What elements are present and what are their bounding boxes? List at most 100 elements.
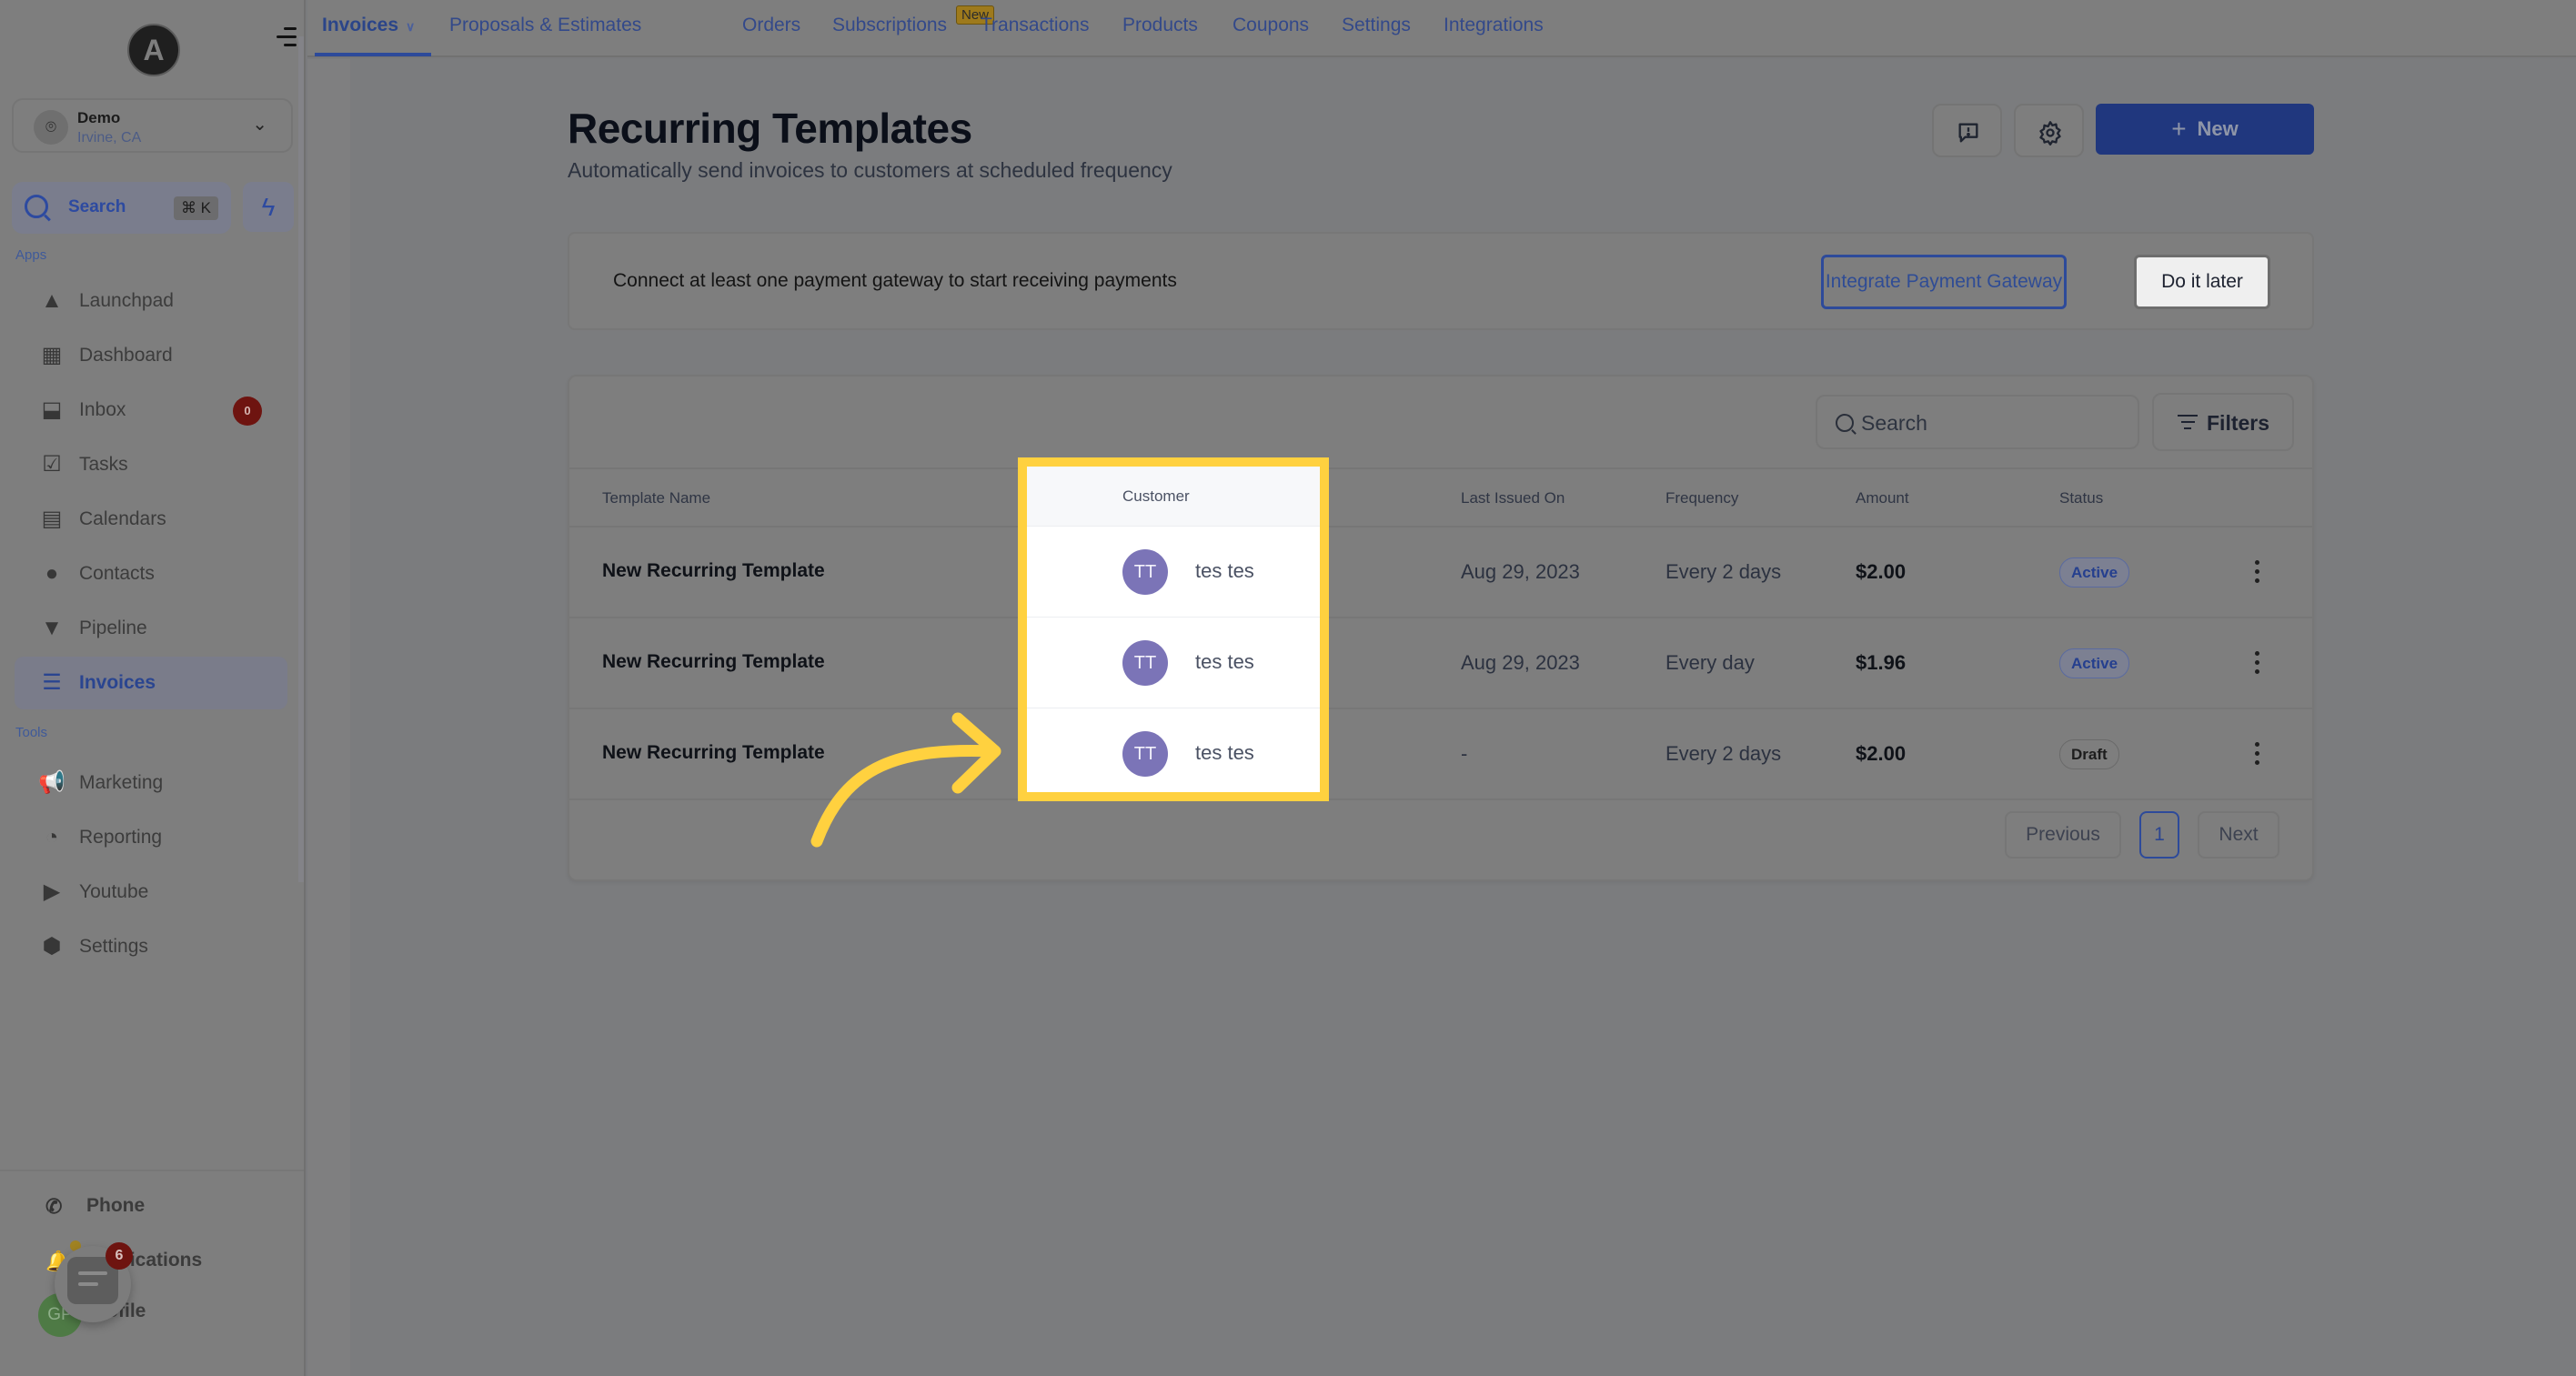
recurring-templates-table: Search Filters Template Name Customer La…	[568, 375, 2314, 881]
tab-proposals-estimates[interactable]: Proposals & Estimates	[449, 15, 641, 36]
sidebar-item-calendars[interactable]: ▤ Calendars	[15, 493, 287, 546]
sidebar-item-dashboard[interactable]: ▦ Dashboard	[15, 329, 287, 382]
frequency: Every day	[1665, 651, 1755, 674]
status-badge: Draft	[2059, 739, 2119, 769]
tab-coupons[interactable]: Coupons	[1233, 15, 1309, 36]
main-gutter	[307, 59, 350, 1376]
last-issued-date: Aug 29, 2023	[1461, 560, 1580, 583]
chat-widget-button[interactable]: 6	[55, 1242, 133, 1322]
settings-icon: ⬢	[42, 934, 62, 959]
new-template-button[interactable]: + New	[2096, 104, 2314, 155]
sidebar-item-reporting[interactable]: ◔ Reporting	[15, 811, 287, 864]
frequency: Every 2 days	[1665, 742, 1782, 765]
template-name[interactable]: New Recurring Template	[602, 742, 825, 764]
settings-button[interactable]	[2014, 104, 2084, 157]
customer-cell[interactable]: TT tes tes	[1027, 708, 1320, 799]
template-name[interactable]: New Recurring Template	[602, 560, 825, 582]
frequency: Every 2 days	[1665, 560, 1782, 583]
tab-subscriptions[interactable]: Subscriptions	[832, 15, 947, 36]
column-header-status[interactable]: Status	[2059, 489, 2103, 507]
youtube-icon: ▶	[43, 879, 61, 904]
integrate-payment-gateway-button[interactable]: Integrate Payment Gateway	[1821, 255, 2067, 309]
sidebar-divider	[0, 1170, 304, 1171]
sidebar-item-settings[interactable]: ⬢ Settings	[15, 920, 287, 973]
column-header-amount[interactable]: Amount	[1856, 489, 1909, 507]
status-badge: Active	[2059, 557, 2130, 588]
phone-icon: ✆	[45, 1195, 63, 1218]
column-header-last-issued[interactable]: Last Issued On	[1461, 489, 1565, 507]
search-icon	[1836, 414, 1854, 432]
sidebar-item-pipeline[interactable]: ▼ Pipeline	[15, 602, 287, 655]
tab-invoices[interactable]: Invoices ∨	[322, 15, 415, 36]
active-tab-indicator	[315, 53, 431, 56]
row-actions-menu-icon[interactable]	[2252, 560, 2261, 588]
megaphone-icon: 📢	[38, 770, 65, 795]
quick-actions-button[interactable]: ϟ	[243, 182, 294, 232]
customer-name: tes tes	[1195, 650, 1254, 673]
feedback-button[interactable]	[1932, 104, 2002, 157]
funnel-icon: ▼	[41, 616, 63, 640]
inbox-icon: ⬓	[41, 397, 63, 422]
previous-page-button[interactable]: Previous	[2005, 811, 2121, 859]
table-row[interactable]: New Recurring Template TT tes tes Aug 29…	[569, 618, 2312, 709]
tab-integrations[interactable]: Integrations	[1444, 15, 1544, 36]
banner-message: Connect at least one payment gateway to …	[613, 270, 1177, 291]
payment-gateway-banner: Connect at least one payment gateway to …	[568, 232, 2314, 330]
table-header: Template Name Customer Last Issued On Fr…	[569, 467, 2312, 527]
sidebar-item-tasks[interactable]: ☑ Tasks	[15, 438, 287, 491]
last-issued-date: Aug 29, 2023	[1461, 651, 1580, 674]
location-name: Demo	[77, 109, 121, 126]
location-switcher[interactable]: ⌾ Demo Irvine, CA ⌄	[12, 98, 293, 153]
sidebar-item-marketing[interactable]: 📢 Marketing	[15, 757, 287, 809]
sidebar-item-contacts[interactable]: ● Contacts	[15, 547, 287, 600]
sidebar-item-invoices[interactable]: ☰ Invoices	[15, 657, 287, 709]
clipboard-check-icon: ☑	[42, 452, 62, 477]
tab-orders[interactable]: Orders	[742, 15, 800, 36]
chat-unread-badge: 6	[106, 1242, 133, 1270]
amount: $2.00	[1856, 560, 1907, 583]
search-label: Search	[68, 197, 126, 216]
column-header-template-name[interactable]: Template Name	[602, 489, 710, 507]
sidebar-item-youtube[interactable]: ▶ Youtube	[15, 866, 287, 919]
section-label-apps: Apps	[15, 247, 47, 263]
tab-products[interactable]: Products	[1122, 15, 1198, 36]
row-actions-menu-icon[interactable]	[2252, 651, 2261, 678]
customer-avatar: TT	[1122, 640, 1168, 686]
filter-icon	[2178, 415, 2198, 434]
filters-button[interactable]: Filters	[2152, 393, 2294, 451]
page-title: Recurring Templates	[568, 105, 972, 152]
sidebar-scrollbar[interactable]	[298, 36, 304, 882]
tab-transactions[interactable]: Transactions	[981, 15, 1089, 36]
table-row[interactable]: New Recurring Template TT tes tes Aug 29…	[569, 527, 2312, 618]
pie-chart-icon: ◔	[45, 825, 59, 849]
tab-settings[interactable]: Settings	[1342, 15, 1411, 36]
feedback-icon	[1958, 123, 1978, 143]
person-icon: ●	[45, 561, 59, 586]
rocket-icon: ▲	[41, 288, 63, 313]
plus-icon: +	[2171, 115, 2187, 143]
top-nav: Invoices ∨ Proposals & Estimates New Orde…	[307, 0, 2576, 57]
search-shortcut: ⌘ K	[173, 196, 218, 220]
app-logo[interactable]: A	[127, 24, 180, 76]
page-1-button[interactable]: 1	[2139, 811, 2179, 859]
inbox-count-badge: 0	[233, 397, 262, 426]
table-row[interactable]: New Recurring Template TT tes tes - Ever…	[569, 709, 2312, 800]
collapse-sidebar-icon[interactable]	[277, 27, 298, 47]
column-header-frequency[interactable]: Frequency	[1665, 489, 1738, 507]
customer-cell[interactable]: TT tes tes	[1027, 527, 1320, 618]
sidebar-item-launchpad[interactable]: ▲ Launchpad	[15, 275, 287, 327]
customer-avatar: TT	[1122, 731, 1168, 777]
customer-avatar: TT	[1122, 549, 1168, 595]
highlighted-customer-column: Customer TT tes tes TT tes tes TT tes te…	[1018, 457, 1329, 801]
sidebar-search-button[interactable]: Search ⌘ K	[12, 182, 231, 234]
next-page-button[interactable]: Next	[2198, 811, 2279, 859]
template-name[interactable]: New Recurring Template	[602, 651, 825, 673]
row-actions-menu-icon[interactable]	[2252, 742, 2261, 769]
do-it-later-button[interactable]: Do it later	[2134, 255, 2270, 309]
table-search-input[interactable]: Search	[1816, 395, 2139, 449]
page-subtitle: Automatically send invoices to customers…	[568, 158, 1172, 182]
customer-column-header[interactable]: Customer	[1027, 467, 1320, 527]
search-icon	[25, 195, 48, 218]
sidebar-item-inbox[interactable]: ⬓ Inbox 0	[15, 384, 287, 437]
customer-cell[interactable]: TT tes tes	[1027, 618, 1320, 708]
